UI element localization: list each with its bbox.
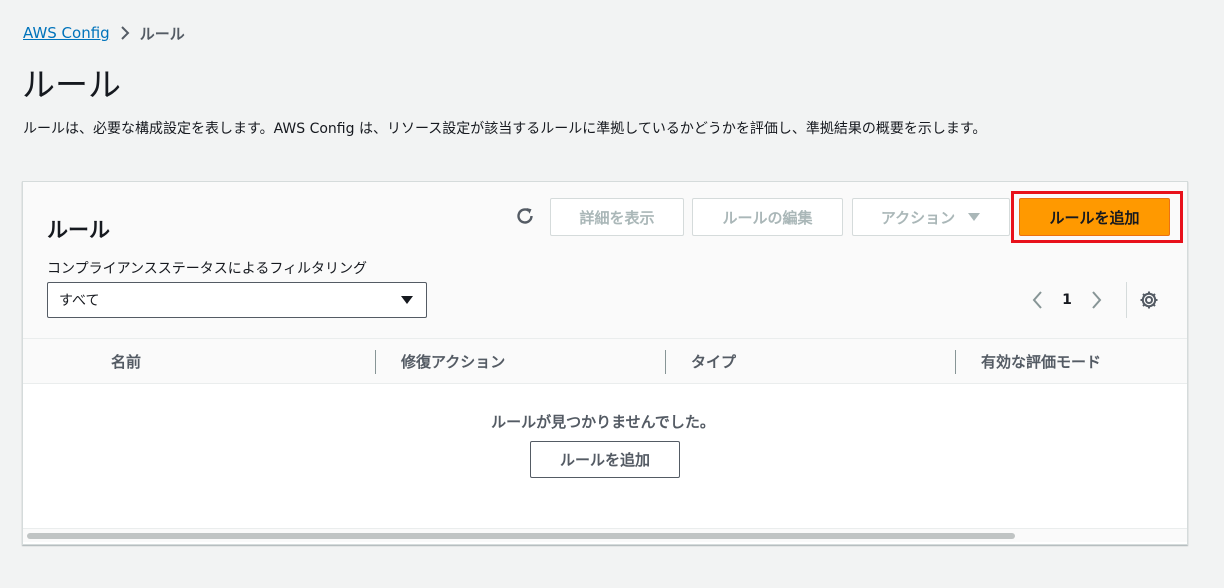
pagination: 1 <box>1023 286 1111 314</box>
table-settings-button[interactable] <box>1135 286 1163 314</box>
empty-state-add-rule-button[interactable]: ルールを追加 <box>530 441 680 478</box>
refresh-button[interactable] <box>513 204 537 228</box>
column-header-remediation[interactable]: 修復アクション <box>401 339 505 383</box>
chevron-left-icon <box>1032 291 1042 309</box>
column-header-name[interactable]: 名前 <box>111 339 141 383</box>
pager-current-page[interactable]: 1 <box>1051 292 1083 308</box>
compliance-filter-select[interactable]: すべて <box>47 282 427 318</box>
filter-label: コンプライアンスステータスによるフィルタリング <box>47 261 368 277</box>
chevron-right-icon <box>1092 291 1102 309</box>
caret-down-icon <box>968 213 981 221</box>
column-divider[interactable] <box>375 350 376 374</box>
pager-next-button[interactable] <box>1083 290 1111 310</box>
caret-down-icon <box>401 296 413 304</box>
rules-panel: ルール 詳細を表示 ルールの編集 アクション ルールを追加 コンプライアンスステ… <box>22 181 1188 545</box>
page-title: ルール <box>22 65 121 104</box>
highlight-box <box>1011 191 1183 243</box>
page-description: ルールは、必要な構成設定を表します。AWS Config は、リソース設定が該当… <box>23 121 987 137</box>
horizontal-scrollbar[interactable] <box>23 528 1187 542</box>
actions-dropdown-button[interactable]: アクション <box>852 198 1010 236</box>
actions-label: アクション <box>880 208 956 227</box>
chevron-right-icon <box>110 25 140 41</box>
empty-state-message: ルールが見つかりませんでした。 <box>491 413 715 431</box>
breadcrumb-current: ルール <box>139 24 185 43</box>
pager-divider <box>1126 282 1127 318</box>
column-header-evaluation-mode[interactable]: 有効な評価モード <box>981 339 1101 383</box>
gear-icon <box>1140 291 1158 309</box>
panel-title: ルール <box>47 218 110 242</box>
breadcrumb: AWS Config ルール <box>23 22 185 44</box>
refresh-icon <box>517 208 533 224</box>
pager-prev-button[interactable] <box>1023 290 1051 310</box>
column-header-type[interactable]: タイプ <box>691 339 736 383</box>
table-header: 名前 修復アクション タイプ 有効な評価モード <box>23 338 1187 384</box>
column-divider[interactable] <box>665 350 666 374</box>
scrollbar-thumb[interactable] <box>27 533 1015 539</box>
edit-rule-button[interactable]: ルールの編集 <box>692 198 843 236</box>
view-details-button[interactable]: 詳細を表示 <box>550 198 684 236</box>
column-divider[interactable] <box>955 350 956 374</box>
filter-selected-value: すべて <box>59 293 100 309</box>
breadcrumb-link-aws-config[interactable]: AWS Config <box>23 24 110 42</box>
